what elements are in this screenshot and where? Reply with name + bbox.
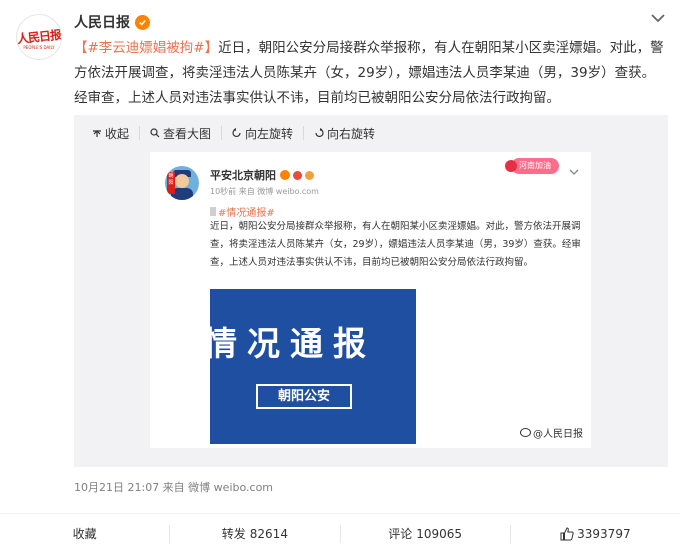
favorite-button[interactable]: 收藏 (0, 525, 171, 543)
banner-chip: 朝阳公安 (256, 384, 352, 409)
notice-banner: 情况通报 朝阳公安 (210, 289, 416, 444)
favorite-label: 收藏 (72, 527, 97, 541)
view-large-button[interactable]: 查看大图 (140, 126, 223, 141)
embedded-author-row: 平安北京朝阳 (210, 167, 314, 183)
verified-icon (135, 14, 150, 30)
embedded-topic: #情况通报# (218, 208, 275, 219)
rotate-left-label: 向左旋转 (245, 126, 294, 141)
embedded-tag-badge: 河南加油 (505, 158, 559, 174)
watermark: @人民日报 (520, 425, 583, 440)
like-button[interactable]: 3393797 (511, 525, 680, 543)
rotate-right-label: 向右旋转 (327, 126, 376, 141)
comment-button[interactable]: 评论 109065 (341, 525, 511, 543)
collapse-button[interactable]: 收起 (74, 126, 141, 141)
topic-link[interactable]: 【#李云迪嫖娼被拘#】 (74, 40, 218, 56)
repost-count: 82614 (249, 527, 288, 541)
media-panel: 收起 查看大图 向左旋转 向右旋转 朝阳 平安北京朝阳 10秒前 来自 微博 w… (74, 115, 668, 467)
author-avatar[interactable]: 人民日报 PEOPLE'S DAILY (16, 14, 62, 60)
banner-title: 情况通报 (210, 324, 376, 363)
post-content: 【#李云迪嫖娼被拘#】近日，朝阳公安分局接群众举报称，有人在朝阳某小区卖淫嫖娼。… (74, 36, 666, 111)
logo-text: 人民日报 (16, 27, 62, 47)
post-timestamp[interactable]: 10月21日 21:07 来自 微博 weibo.com (74, 479, 273, 495)
logo-subtext: PEOPLE'S DAILY (23, 45, 55, 50)
topic-icon (210, 207, 216, 216)
thumbs-up-icon (560, 527, 574, 541)
weibo-icon (520, 428, 531, 437)
repost-button[interactable]: 转发 82614 (170, 525, 341, 543)
action-bar: 收藏 转发 82614 评论 109065 3393797 (0, 513, 680, 554)
emoji-icon (305, 170, 314, 180)
comment-label: 评论 (388, 527, 413, 541)
emoji-icon (293, 170, 302, 180)
comment-count: 109065 (416, 527, 463, 541)
embedded-author: 平安北京朝阳 (210, 169, 276, 182)
chevron-down-icon (569, 169, 579, 175)
embedded-avatar: 朝阳 (165, 166, 199, 200)
verified-icon (280, 170, 290, 180)
view-large-label: 查看大图 (163, 126, 212, 141)
rotate-left-button[interactable]: 向左旋转 (222, 126, 305, 141)
media-toolbar: 收起 查看大图 向左旋转 向右旋转 (74, 123, 668, 143)
rotate-right-button[interactable]: 向右旋转 (304, 126, 385, 141)
search-icon (150, 128, 160, 138)
like-count: 3393797 (577, 527, 631, 541)
chevron-down-icon[interactable] (650, 12, 666, 24)
watermark-text: @人民日报 (533, 429, 583, 440)
embedded-meta: 10秒前 来自 微博 weibo.com (210, 187, 319, 196)
collapse-icon (93, 130, 101, 137)
embedded-screenshot[interactable]: 朝阳 平安北京朝阳 10秒前 来自 微博 weibo.com 河南加油 #情况通… (150, 152, 591, 448)
rotate-left-icon (232, 128, 241, 138)
repost-label: 转发 (221, 527, 246, 541)
rotate-right-icon (315, 128, 324, 138)
author-name[interactable]: 人民日报 (74, 12, 130, 32)
embedded-text: 近日，朝阳公安分局接群众举报称，有人在朝阳某小区卖淫嫖娼。对此，警方依法开展调查… (210, 221, 581, 268)
collapse-label: 收起 (105, 126, 130, 141)
avatar-sign: 朝阳 (167, 172, 175, 194)
embedded-topic-row: #情况通报# (210, 204, 275, 219)
author-name-row: 人民日报 (74, 12, 150, 32)
